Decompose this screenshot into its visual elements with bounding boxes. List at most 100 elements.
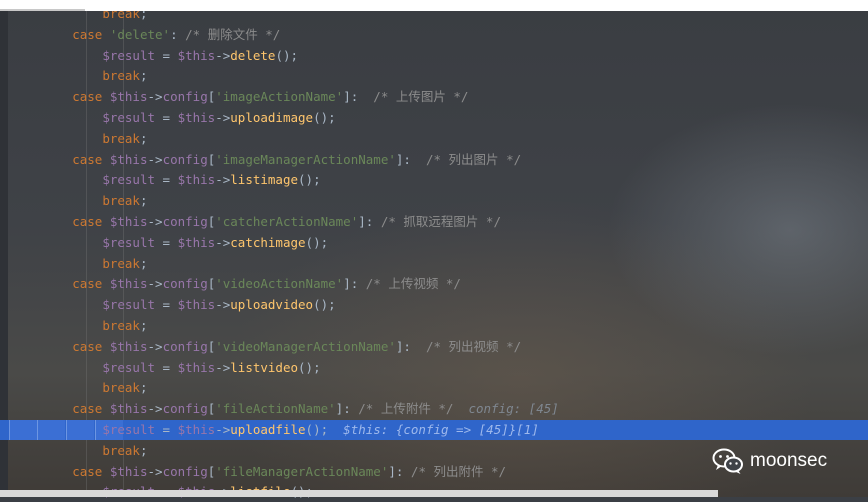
code-line[interactable]: case $this->config['catcherActionName']:…	[0, 212, 868, 232]
code-token: config	[162, 214, 208, 229]
code-token: $this	[177, 110, 216, 125]
watermark: moonsec	[712, 446, 827, 476]
code-line[interactable]: break;	[0, 254, 868, 274]
code-token: ();	[298, 359, 321, 375]
code-token: uploadfile	[230, 422, 306, 437]
code-token: ]:	[358, 214, 381, 229]
code-line[interactable]: case $this->config['videoActionName']: /…	[0, 274, 868, 294]
code-token: ();	[313, 297, 336, 313]
debug-inline-value: $this: {config => [45]}[1]	[328, 422, 539, 437]
code-token: $result	[102, 47, 155, 63]
code-text: break;	[12, 316, 147, 336]
code-line[interactable]: case $this->config['fileActionName']: /*…	[0, 399, 868, 419]
code-token: ->	[147, 401, 163, 417]
code-token: /* 抓取远程图片 */	[380, 214, 501, 229]
code-token: break	[102, 380, 140, 396]
code-token: ;	[139, 68, 148, 84]
code-token: $this	[109, 401, 148, 417]
code-text: $result = $this->delete();	[12, 46, 298, 66]
code-token: =	[155, 110, 178, 125]
code-token: case	[72, 214, 110, 229]
code-line[interactable]: case $this->config['imageActionName']: /…	[0, 87, 868, 107]
code-token: ]:	[395, 338, 426, 354]
code-line[interactable]: $result = $this->listvideo();	[0, 358, 868, 378]
code-token: /* 上传附件 */	[358, 401, 454, 417]
code-token: $this	[109, 276, 148, 292]
code-token: $this	[109, 151, 148, 167]
code-token: $this	[177, 297, 216, 313]
code-token: listvideo	[230, 359, 299, 375]
code-line[interactable]: break;	[0, 316, 868, 336]
code-line[interactable]: break;	[0, 378, 868, 398]
code-token: $this	[177, 422, 216, 437]
code-token: config	[162, 89, 208, 105]
code-token: $this	[109, 338, 148, 354]
code-token: uploadimage	[230, 110, 314, 125]
code-token: $result	[102, 172, 155, 188]
code-token: case	[72, 338, 110, 354]
code-token: case	[72, 463, 110, 479]
code-line-current[interactable]: $result = $this->uploadfile(); $this: {c…	[0, 420, 868, 440]
code-token: ->	[147, 214, 163, 229]
editor-tab[interactable]	[0, 0, 85, 11]
code-token: $result	[102, 297, 155, 313]
code-line[interactable]: $result = $this->uploadvideo();	[0, 295, 868, 315]
code-token: ]:	[343, 276, 366, 292]
code-token: listimage	[230, 172, 299, 188]
code-token: ();	[275, 47, 299, 63]
code-line[interactable]: break;	[0, 66, 868, 86]
code-token: $result	[102, 234, 155, 250]
code-token: /* 上传视频 */	[365, 276, 461, 292]
code-text: break;	[12, 191, 147, 211]
code-token: 'delete'	[109, 26, 171, 42]
code-token: ->	[147, 338, 163, 354]
code-token: ();	[298, 172, 321, 188]
code-line[interactable]: $result = $this->listimage();	[0, 170, 868, 190]
code-token: case	[72, 26, 110, 42]
code-text: break;	[12, 129, 147, 149]
code-token: ;	[139, 130, 148, 146]
code-token: =	[155, 172, 178, 188]
code-token: /* 上传图片 */	[373, 89, 469, 105]
code-token: catchimage	[230, 234, 306, 250]
code-token: /* 列出图片 */	[425, 151, 522, 167]
code-line[interactable]: case 'delete': /* 删除文件 */	[0, 25, 868, 45]
code-token: $this	[109, 463, 148, 479]
code-line[interactable]: case $this->config['imageManagerActionNa…	[0, 150, 868, 170]
code-token: 'fileManagerActionName'	[215, 463, 389, 479]
code-token: $this	[177, 47, 216, 63]
code-text: break;	[12, 66, 147, 86]
code-token: break	[102, 130, 140, 146]
code-text: case $this->config['videoActionName']: /…	[12, 274, 461, 294]
code-token: ;	[139, 255, 148, 271]
code-token: config	[162, 151, 208, 167]
code-token: $result	[102, 359, 155, 375]
code-line[interactable]: $result = $this->catchimage();	[0, 233, 868, 253]
code-token: $result	[102, 110, 155, 125]
code-token: ;	[139, 380, 148, 396]
code-text: case $this->config['imageManagerActionNa…	[12, 150, 521, 170]
code-line[interactable]: case $this->config['videoManagerActionNa…	[0, 337, 868, 357]
code-token: ;	[139, 193, 148, 209]
debug-inline-value: config: [45]	[453, 401, 559, 417]
code-line[interactable]: $result = $this->delete();	[0, 46, 868, 66]
code-token: 'videoActionName'	[215, 276, 344, 292]
code-text: case $this->config['videoManagerActionNa…	[12, 337, 521, 357]
code-token: case	[72, 401, 110, 417]
code-line[interactable]: break;	[0, 129, 868, 149]
code-line[interactable]: break;	[0, 191, 868, 211]
code-text: $result = $this->catchimage();	[12, 233, 328, 253]
code-token: :	[170, 26, 186, 42]
code-line[interactable]: $result = $this->uploadimage();	[0, 108, 868, 128]
code-token: ]:	[335, 401, 359, 417]
horizontal-scrollbar[interactable]	[0, 490, 718, 497]
code-text: case 'delete': /* 删除文件 */	[12, 25, 280, 45]
